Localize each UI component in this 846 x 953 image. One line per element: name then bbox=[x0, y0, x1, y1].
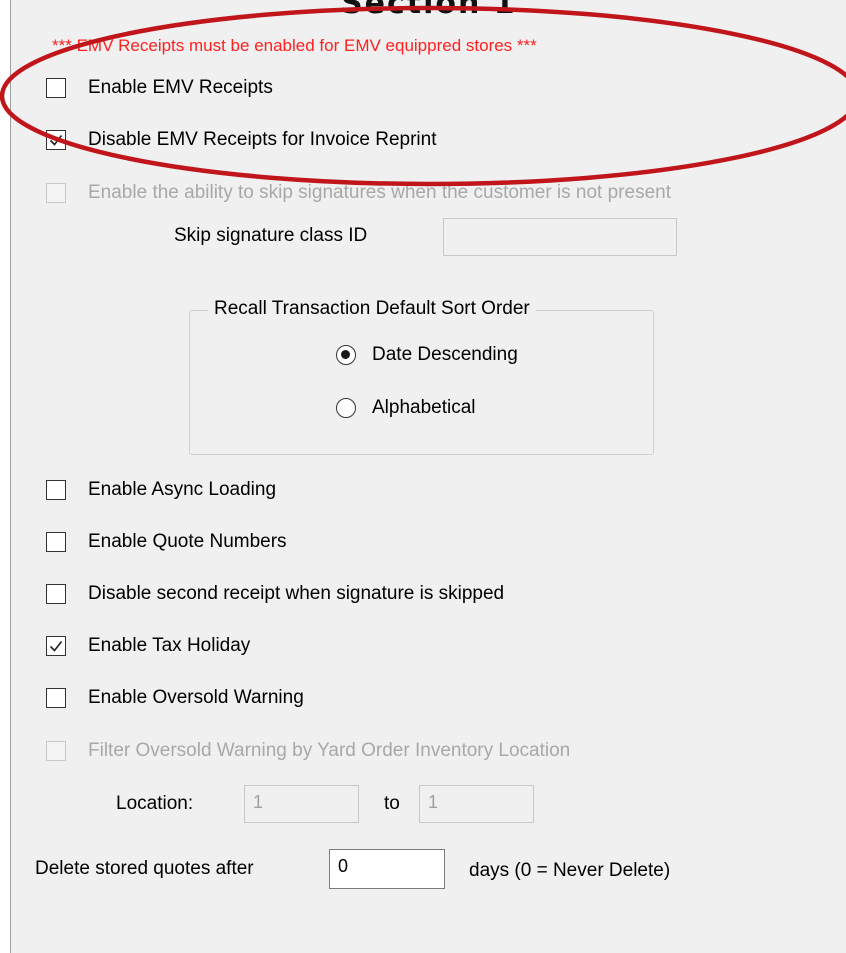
checkmark-icon bbox=[49, 135, 63, 146]
radio-date-descending[interactable]: Date Descending bbox=[336, 344, 518, 366]
settings-panel: Section 1 *** EMV Receipts must be enabl… bbox=[10, 0, 846, 953]
checkbox-box[interactable] bbox=[46, 130, 66, 150]
location-to-label: to bbox=[384, 793, 400, 814]
skip-signature-label: Skip signature class ID bbox=[174, 225, 368, 246]
radio-label: Date Descending bbox=[372, 344, 518, 365]
checkbox-enable-async-loading[interactable]: Enable Async Loading bbox=[46, 478, 276, 502]
checkbox-box[interactable] bbox=[46, 78, 66, 98]
checkbox-box[interactable] bbox=[46, 584, 66, 604]
checkbox-enable-emv-receipts[interactable]: Enable EMV Receipts bbox=[46, 76, 273, 100]
radio-selected-dot bbox=[341, 350, 350, 359]
checkbox-box[interactable] bbox=[46, 636, 66, 656]
checkmark-icon bbox=[49, 641, 63, 652]
checkbox-disable-second-receipt[interactable]: Disable second receipt when signature is… bbox=[46, 582, 504, 606]
radio-button[interactable] bbox=[336, 345, 356, 365]
checkbox-box[interactable] bbox=[46, 688, 66, 708]
checkbox-disable-emv-reprint[interactable]: Disable EMV Receipts for Invoice Reprint bbox=[46, 128, 436, 152]
sort-order-legend: Recall Transaction Default Sort Order bbox=[208, 298, 536, 320]
emv-warning-text: *** EMV Receipts must be enabled for EMV… bbox=[52, 36, 537, 55]
checkbox-box bbox=[46, 741, 66, 761]
location-from-input: 1 bbox=[244, 785, 359, 823]
checkbox-label: Enable Oversold Warning bbox=[88, 687, 304, 708]
section-heading: Section 1 bbox=[341, 0, 517, 21]
checkbox-label: Enable Tax Holiday bbox=[88, 635, 251, 656]
checkbox-enable-tax-holiday[interactable]: Enable Tax Holiday bbox=[46, 634, 250, 658]
radio-label: Alphabetical bbox=[372, 397, 476, 418]
sort-order-groupbox: Recall Transaction Default Sort Order Da… bbox=[189, 298, 654, 455]
checkbox-box bbox=[46, 183, 66, 203]
radio-alphabetical[interactable]: Alphabetical bbox=[336, 397, 476, 419]
delete-quotes-label: Delete stored quotes after bbox=[35, 858, 254, 879]
checkbox-enable-quote-numbers[interactable]: Enable Quote Numbers bbox=[46, 530, 287, 554]
checkbox-label: Disable second receipt when signature is… bbox=[88, 583, 505, 604]
skip-signature-class-input[interactable] bbox=[443, 218, 677, 256]
checkbox-enable-oversold-warning[interactable]: Enable Oversold Warning bbox=[46, 686, 304, 710]
checkbox-label: Enable Async Loading bbox=[88, 479, 277, 500]
checkbox-box[interactable] bbox=[46, 532, 66, 552]
delete-quotes-suffix: days (0 = Never Delete) bbox=[469, 860, 671, 881]
delete-quotes-days-input[interactable]: 0 bbox=[329, 849, 445, 889]
checkbox-label: Disable EMV Receipts for Invoice Reprint bbox=[88, 129, 437, 150]
checkbox-label: Filter Oversold Warning by Yard Order In… bbox=[88, 740, 571, 761]
checkbox-skip-signatures: Enable the ability to skip signatures wh… bbox=[46, 181, 671, 205]
checkbox-label: Enable EMV Receipts bbox=[88, 77, 273, 98]
location-to-input: 1 bbox=[419, 785, 534, 823]
location-label: Location: bbox=[116, 793, 194, 814]
radio-button[interactable] bbox=[336, 398, 356, 418]
checkbox-filter-oversold-warning: Filter Oversold Warning by Yard Order In… bbox=[46, 739, 570, 763]
checkbox-label: Enable Quote Numbers bbox=[88, 531, 287, 552]
checkbox-label: Enable the ability to skip signatures wh… bbox=[88, 182, 671, 203]
checkbox-box[interactable] bbox=[46, 480, 66, 500]
